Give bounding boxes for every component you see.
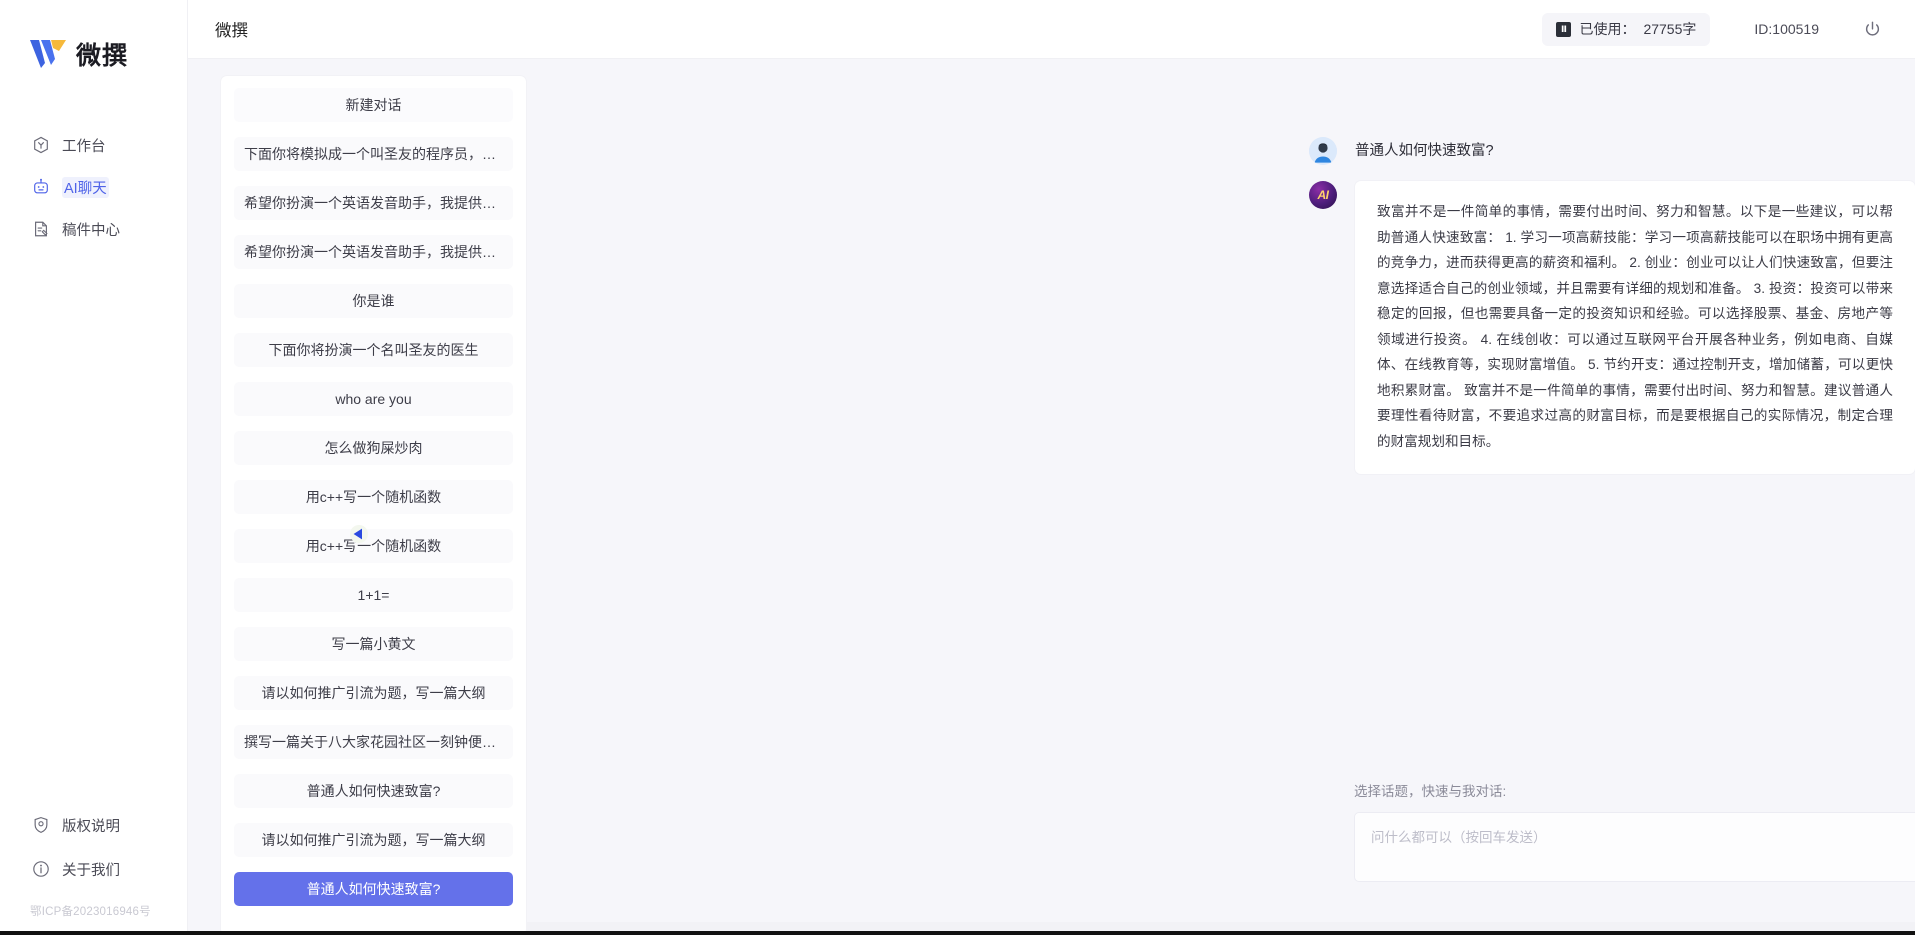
sidebar-item-label: 稿件中心 [62,222,120,239]
content-body: 新建对话 下面你将模拟成一个叫圣友的程序员，我说... 希望你扮演一个英语发音助… [188,59,1915,935]
message-input-placeholder: 问什么都可以（按回车发送） [1371,830,1547,845]
composer-hint: 选择话题，快速与我对话: [1354,784,1507,799]
conversation-item[interactable]: 普通人如何快速致富? [234,774,513,808]
conversation-scroll[interactable]: 新建对话 下面你将模拟成一个叫圣友的程序员，我说... 希望你扮演一个英语发音助… [234,88,513,935]
w-logo-icon [28,37,70,71]
chat-message-ai: AI 致富并不是一件简单的事情，需要付出时间、努力和智慧。以下是一些建议，可以帮… [1309,181,1915,474]
new-chat-button[interactable]: 新建对话 [234,88,513,122]
sidebar-item-label: 版权说明 [62,818,120,835]
chat-messages: 普通人如何快速致富? AI 致富并不是一件简单的事情，需要付出时间、努力和智慧。… [526,59,1915,780]
conversation-item[interactable]: 用c++写一个随机函数 [234,480,513,514]
usage-value: 27755字 [1643,21,1697,37]
conversation-item[interactable]: 1+1= [234,578,513,612]
sidebar-nav: 工作台 AI聊天 稿件中心 [0,124,187,250]
power-icon[interactable] [1859,16,1885,42]
page-title: 微撰 [215,22,248,40]
conversation-item[interactable]: 请以如何推广引流为题，写一篇大纲 [234,823,513,857]
user-avatar-icon [1309,137,1337,165]
conversation-item-selected[interactable]: 普通人如何快速致富? [234,872,513,906]
conversation-item[interactable]: who are you [234,382,513,416]
icp-record-number: 鄂ICP备2023016946号 [30,906,151,918]
conversation-item[interactable]: 用c++写一个随机函数 [234,529,513,563]
sidebar-item-copyright[interactable]: 版权说明 [0,803,187,847]
ai-chat-icon [31,178,50,197]
sidebar-bottom-nav: 版权说明 关于我们 [0,803,187,891]
info-icon [31,860,50,879]
sidebar-item-workbench[interactable]: 工作台 [0,124,187,166]
sidebar-item-label: AI聊天 [62,176,109,198]
brand-logo: 微撰 [28,36,128,72]
usage-label: 已使用： [1579,21,1636,37]
conversation-list-panel: 新建对话 下面你将模拟成一个叫圣友的程序员，我说... 希望你扮演一个英语发音助… [221,76,526,935]
conversation-item[interactable]: 希望你扮演一个英语发音助手，我提供给你... [234,235,513,269]
conversation-item[interactable]: 怎么做狗屎炒肉 [234,431,513,465]
ai-avatar-icon: AI [1309,181,1337,209]
header-actions: Ⅱ 已使用： 27755字 ID:100519 [1542,12,1885,46]
ai-message-text: 致富并不是一件简单的事情，需要付出时间、努力和智慧。以下是一些建议，可以帮助普通… [1355,181,1915,474]
token-icon: Ⅱ [1556,21,1572,37]
sidebar-item-about-us[interactable]: 关于我们 [0,847,187,891]
shield-icon [31,816,50,835]
brand-name: 微撰 [76,42,129,70]
conversation-item[interactable]: 撰写一篇关于八大家花园社区一刻钟便民生... [234,725,513,759]
message-input-box[interactable]: 问什么都可以（按回车发送） [1354,812,1915,882]
app-root: 微撰 工作台 AI聊天 稿件中心 版权说明 关于我们 鄂ICP备20230169… [0,0,1915,935]
conversation-item[interactable]: 请以如何推广引流为题，写一篇大纲 [234,676,513,710]
conversation-item[interactable]: 下面你将扮演一个名叫圣友的医生 [234,333,513,367]
main-area: 微撰 Ⅱ 已使用： 27755字 ID:100519 新建对话 下面你将模拟成一… [188,0,1915,935]
conversation-item[interactable]: 写一篇小黄文 [234,627,513,661]
sidebar-item-label: 关于我们 [62,862,120,879]
sidebar-item-ai-chat[interactable]: AI聊天 [0,166,187,208]
composer: 选择话题，快速与我对话: 问什么都可以（按回车发送） [1354,780,1915,882]
top-header: 微撰 Ⅱ 已使用： 27755字 ID:100519 [188,0,1915,59]
user-id: ID:100519 [1754,21,1819,37]
conversation-item[interactable]: 你是谁 [234,284,513,318]
sidebar-item-label: 工作台 [62,138,106,155]
document-center-icon [31,220,50,239]
usage-badge[interactable]: Ⅱ 已使用： 27755字 [1542,12,1711,46]
collapse-left-icon[interactable] [349,524,369,544]
workbench-icon [31,136,50,155]
conversation-item[interactable]: 希望你扮演一个英语发音助手，我提供给你... [234,186,513,220]
user-message-text: 普通人如何快速致富? [1355,143,1494,159]
window-bottom-bar [0,931,1915,935]
conversation-item[interactable]: 下面你将模拟成一个叫圣友的程序员，我说... [234,137,513,171]
chat-column: 普通人如何快速致富? AI 致富并不是一件简单的事情，需要付出时间、努力和智慧。… [526,59,1915,935]
sidebar-item-document-center[interactable]: 稿件中心 [0,208,187,250]
left-sidebar: 微撰 工作台 AI聊天 稿件中心 版权说明 关于我们 鄂ICP备20230169… [0,0,188,935]
chat-message-user: 普通人如何快速致富? [1309,137,1915,165]
